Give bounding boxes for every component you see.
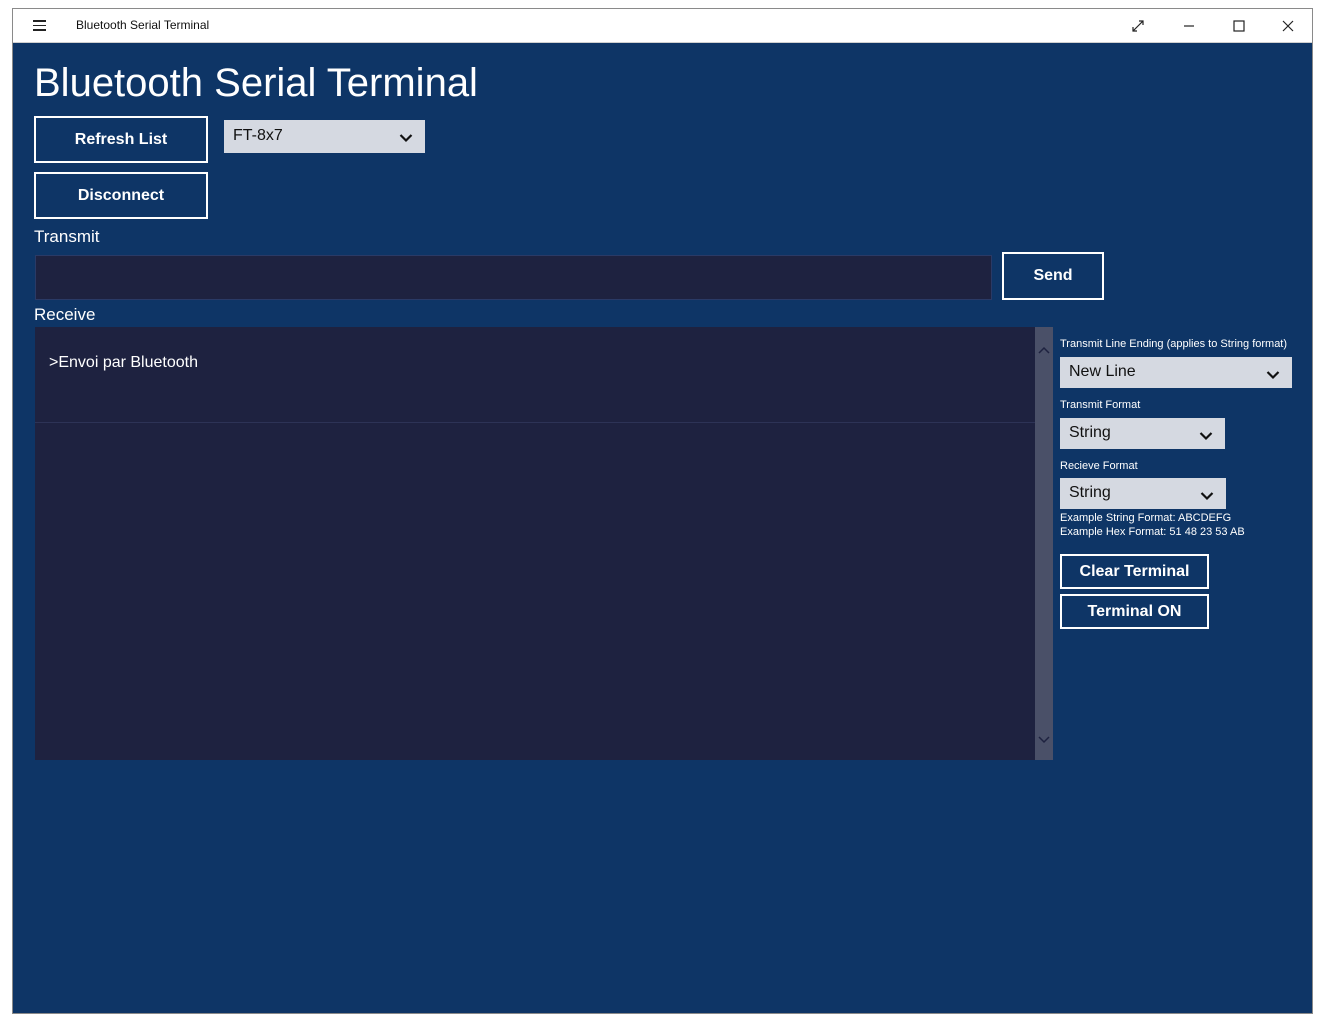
receive-format-select[interactable]: String [1060,478,1226,509]
chevron-down-icon [1199,428,1213,446]
send-button[interactable]: Send [1002,252,1104,300]
chevron-down-icon [1200,488,1214,506]
window-title: Bluetooth Serial Terminal [76,18,210,32]
line-ending-value: New Line [1069,363,1136,380]
chevron-down-icon [1266,367,1280,385]
line-ending-select[interactable]: New Line [1060,357,1292,388]
refresh-list-button[interactable]: Refresh List [34,116,208,163]
transmit-format-label: Transmit Format [1060,399,1141,411]
clear-terminal-button[interactable]: Clear Terminal [1060,554,1209,589]
transmit-label: Transmit [34,227,100,246]
receive-scrollbar[interactable] [1035,327,1053,760]
receive-panel[interactable]: >Envoi par Bluetooth [35,327,1035,760]
maximize-icon[interactable] [1216,9,1262,42]
chevron-down-icon [399,130,413,148]
device-select-value: FT-8x7 [233,127,283,144]
device-select[interactable]: FT-8x7 [224,120,425,153]
receive-format-label: Recieve Format [1060,460,1138,472]
expand-icon[interactable] [1115,9,1161,42]
chevron-up-icon[interactable] [1038,343,1050,354]
chevron-down-icon[interactable] [1038,731,1050,744]
transmit-format-value: String [1069,424,1111,441]
disconnect-button[interactable]: Disconnect [34,172,208,219]
line-ending-label: Transmit Line Ending (applies to String … [1060,338,1288,350]
list-item: >Envoi par Bluetooth [35,327,1035,423]
transmit-format-select[interactable]: String [1060,418,1225,449]
page-title: Bluetooth Serial Terminal [34,61,478,105]
example-string-text: Example String Format: ABCDEFG [1060,512,1232,524]
receive-line: >Envoi par Bluetooth [49,354,198,371]
app-window: Bluetooth Serial Terminal Bluetooth Seri… [12,8,1313,1014]
title-bar: Bluetooth Serial Terminal [13,9,1312,43]
hamburger-icon[interactable] [33,20,46,31]
example-hex-text: Example Hex Format: 51 48 23 53 AB [1060,526,1245,538]
transmit-input[interactable] [35,255,992,300]
receive-format-value: String [1069,484,1111,501]
close-icon[interactable] [1265,9,1311,42]
minimize-icon[interactable] [1166,9,1212,42]
terminal-toggle-button[interactable]: Terminal ON [1060,594,1209,629]
receive-label: Receive [34,305,96,324]
